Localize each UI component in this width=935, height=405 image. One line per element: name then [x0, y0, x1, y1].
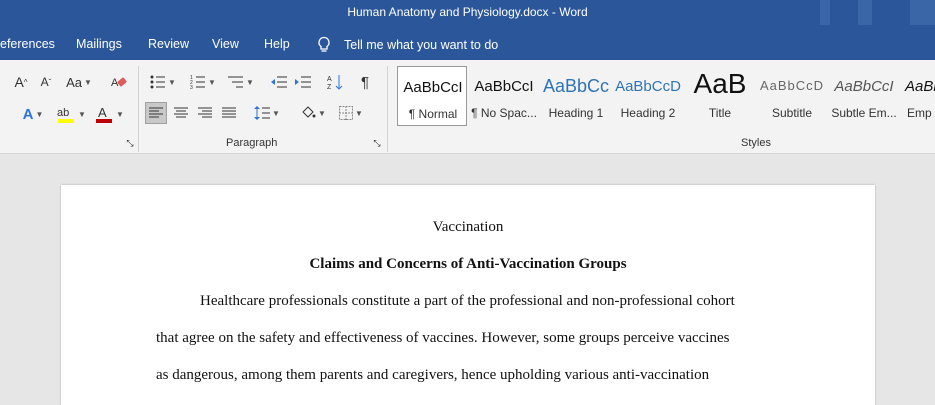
paragraph-dialog-launcher[interactable]: ⤡ [372, 138, 382, 148]
sort-button[interactable]: AZ [324, 72, 346, 92]
align-right-icon [198, 107, 212, 118]
style-name: ¶ No Spac... [471, 106, 537, 120]
styles-gallery: AaBbCcI ¶ Normal AaBbCcI ¶ No Spac... Aa… [395, 66, 935, 128]
tell-me-label: Tell me what you want to do [344, 38, 499, 52]
body-line: Healthcare professionals constitute a pa… [200, 293, 735, 309]
svg-text:Z: Z [327, 84, 332, 90]
svg-text:A: A [327, 76, 332, 83]
style-subtitle[interactable]: AaBbCcD Subtitle [757, 66, 827, 126]
style-preview: AaBbCcD [759, 78, 825, 93]
body-line: as dangerous, among them parents and car… [156, 367, 710, 383]
font-color-icon: A [96, 105, 113, 123]
style-preview: AaBbCcI [834, 78, 894, 95]
align-right-button[interactable] [194, 102, 216, 124]
style-preview: AaBbCcI [403, 79, 463, 96]
tab-mailings[interactable]: Mailings [76, 37, 122, 51]
bullets-button[interactable]: ▼ [146, 72, 180, 92]
style-no-spacing[interactable]: AaBbCcI ¶ No Spac... [469, 66, 539, 126]
align-center-button[interactable] [170, 102, 192, 124]
shading-button[interactable]: ▼ [296, 102, 330, 124]
lightbulb-icon [318, 36, 330, 52]
tab-references[interactable]: eferences [0, 37, 55, 51]
style-name: ¶ Normal [408, 107, 458, 121]
style-preview: AaB [693, 68, 747, 99]
svg-text:A: A [98, 105, 107, 120]
increase-indent-icon [295, 76, 311, 88]
text-effects-button[interactable]: A ▼ [18, 104, 48, 124]
style-name: Emp [907, 106, 932, 120]
eraser-icon: A [111, 77, 127, 89]
style-preview: AaBbCcD [615, 78, 681, 95]
title-bar: Human Anatomy and Physiology.docx - Word [0, 0, 935, 25]
show-formatting-button[interactable]: ¶ [354, 72, 376, 92]
font-color-swatch [96, 119, 113, 123]
grow-font-icon: A [14, 74, 24, 90]
change-case-icon: Aa [66, 74, 82, 90]
svg-text:3: 3 [190, 85, 193, 89]
font-dialog-launcher[interactable]: ⤡ [125, 138, 135, 148]
borders-icon [339, 106, 354, 120]
paragraph-group-label: Paragraph [226, 137, 278, 149]
style-name: Subtitle [771, 106, 813, 120]
grow-font-button[interactable]: A ^ [10, 72, 32, 92]
highlighter-icon: ab [57, 107, 75, 123]
styles-group-label: Styles [741, 137, 771, 149]
svg-text:ab: ab [57, 107, 69, 119]
increase-indent-button[interactable] [292, 72, 314, 92]
window-title: Human Anatomy and Physiology.docx - Word [347, 5, 588, 19]
multilevel-list-button[interactable]: ▼ [224, 72, 258, 92]
style-normal[interactable]: AaBbCcI ¶ Normal [397, 66, 467, 126]
tab-help[interactable]: Help [264, 37, 290, 51]
shrink-font-icon: A [40, 75, 49, 89]
line-spacing-icon [254, 106, 271, 120]
style-title[interactable]: AaB Title [685, 66, 755, 126]
line-spacing-button[interactable]: ▼ [250, 102, 284, 124]
decrease-indent-button[interactable] [268, 72, 290, 92]
tell-me-box[interactable]: Tell me what you want to do [316, 36, 498, 54]
document-heading: Claims and Concerns of Anti-Vaccination … [309, 256, 627, 272]
justify-button[interactable] [218, 102, 240, 124]
body-line: that agree on the safety and effectivene… [156, 330, 730, 346]
sort-icon: AZ [327, 75, 343, 90]
borders-button[interactable]: ▼ [334, 102, 368, 124]
group-separator [387, 66, 388, 152]
justify-icon [222, 107, 236, 118]
align-left-button[interactable] [145, 102, 167, 124]
font-color-button[interactable]: A ▼ [92, 102, 126, 126]
highlight-button[interactable]: ab ▼ [54, 102, 88, 126]
ribbon: A ^ Aˇ Aa ▼ A A ▼ ab ▼ A ▼ ⤡ ▼ 1 2 3 ▼ ▼… [0, 60, 935, 154]
style-preview: AaBbCcI [474, 78, 534, 95]
text-effects-icon: A [22, 105, 34, 123]
style-name: Title [708, 106, 732, 120]
clear-formatting-button[interactable]: A [108, 72, 130, 92]
style-name: Subtle Em... [831, 106, 897, 120]
tab-view[interactable]: View [212, 37, 239, 51]
align-left-icon [149, 107, 163, 118]
shrink-font-button[interactable]: Aˇ [36, 72, 56, 92]
change-case-button[interactable]: Aa ▼ [63, 72, 95, 92]
document-page[interactable]: Vaccination Claims and Concerns of Anti-… [61, 185, 875, 405]
bullets-icon [150, 75, 166, 89]
style-preview: AaBl [905, 78, 935, 95]
decrease-indent-icon [271, 76, 287, 88]
paint-bucket-icon [302, 106, 316, 118]
style-subtle-emphasis[interactable]: AaBbCcI Subtle Em... [829, 66, 899, 126]
style-heading-1[interactable]: AaBbCc Heading 1 [541, 66, 611, 126]
numbering-icon: 1 2 3 [190, 75, 206, 89]
multilevel-list-icon [228, 76, 244, 88]
numbering-button[interactable]: 1 2 3 ▼ [186, 72, 220, 92]
style-emphasis[interactable]: AaBl Emp [901, 66, 935, 126]
style-name: Heading 1 [548, 106, 604, 120]
highlight-color-swatch [58, 119, 75, 123]
style-name: Heading 2 [620, 106, 676, 120]
style-preview: AaBbCc [542, 76, 610, 96]
align-center-icon [174, 107, 188, 118]
document-header: Vaccination [432, 219, 504, 235]
group-separator [138, 66, 139, 152]
tab-review[interactable]: Review [148, 37, 189, 51]
style-heading-2[interactable]: AaBbCcD Heading 2 [613, 66, 683, 126]
